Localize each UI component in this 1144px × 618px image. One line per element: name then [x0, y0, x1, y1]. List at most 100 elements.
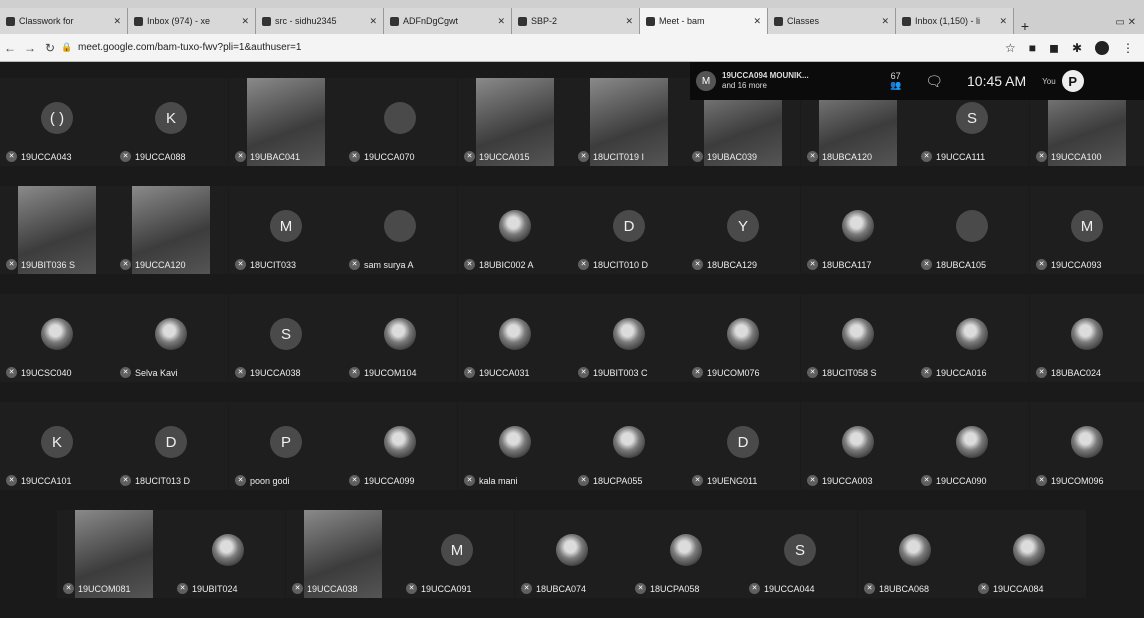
chat-icon[interactable]: 🗨 — [925, 73, 943, 90]
extension-icon[interactable]: ■ — [1029, 41, 1036, 55]
participant-tile[interactable]: ✕ 18UBCA105 — [915, 186, 1029, 274]
participant-name: 18UCIT033 — [250, 259, 297, 270]
participant-tile[interactable]: D ✕ 18UCIT013 D — [114, 402, 228, 490]
browser-tab[interactable]: ADFnDgCgwt ✕ — [384, 8, 512, 34]
close-icon[interactable]: ✕ — [619, 16, 633, 27]
participant-tile[interactable]: M ✕ 19UCCA091 — [400, 510, 514, 598]
participant-tile[interactable]: ✕ 19UCOM076 — [686, 294, 800, 382]
participant-tile[interactable]: D ✕ 18UCIT010 D — [572, 186, 686, 274]
close-icon[interactable]: ✕ — [235, 16, 249, 27]
participant-name: 19UCSC040 — [21, 367, 72, 378]
participant-tile[interactable]: ✕ 18UCIT019 I — [572, 78, 686, 166]
participant-avatar — [899, 534, 931, 567]
browser-tab[interactable]: Classes ✕ — [768, 8, 896, 34]
new-tab-button[interactable]: + — [1014, 18, 1036, 34]
forward-icon[interactable]: → — [20, 41, 40, 55]
people-button[interactable]: 67 👥 — [890, 72, 901, 90]
self-avatar[interactable]: P — [1061, 70, 1084, 92]
participant-tile[interactable]: P ✕ poon godi — [229, 402, 343, 490]
participant-tile[interactable]: ✕ kala mani — [458, 402, 572, 490]
participant-tile[interactable]: ✕ 19UCCA099 — [343, 402, 457, 490]
close-icon[interactable]: ✕ — [993, 16, 1007, 27]
participant-name: sam surya A — [364, 259, 414, 270]
participant-tile[interactable]: ✕ 19UCCA084 — [972, 510, 1086, 598]
participant-label: ✕ poon godi — [235, 475, 339, 486]
participant-tile[interactable]: M ✕ 18UCIT033 — [229, 186, 343, 274]
participant-tile[interactable]: ✕ 18UBCA074 — [515, 510, 629, 598]
participant-tile[interactable]: ✕ 19UCCA031 — [458, 294, 572, 382]
participant-tile[interactable]: ✕ 19UCCA015 — [458, 78, 572, 166]
participant-tile[interactable]: ✕ 19UBIT003 C — [572, 294, 686, 382]
participant-label: ✕ 18UBAC024 — [1036, 367, 1140, 378]
lock-icon[interactable]: 🔒 — [60, 42, 74, 53]
reload-icon[interactable]: ↻ — [40, 41, 60, 55]
mic-off-icon: ✕ — [406, 583, 417, 594]
window-controls[interactable]: ▭ ✕ — [1107, 17, 1144, 34]
back-icon[interactable]: ← — [0, 41, 20, 55]
participant-name: 19UCCA043 — [21, 151, 72, 162]
participant-tile[interactable]: ( ) ✕ 19UCCA043 — [0, 78, 114, 166]
close-icon[interactable]: ✕ — [491, 16, 505, 27]
participant-tile[interactable]: ✕ 18UBCA117 — [801, 186, 915, 274]
participant-tile[interactable]: ✕ 18UCPA055 — [572, 402, 686, 490]
participant-tile[interactable]: K ✕ 19UCCA101 — [0, 402, 114, 490]
participant-avatar — [613, 318, 645, 351]
mic-off-icon: ✕ — [1036, 151, 1047, 162]
participant-tile[interactable]: ✕ 19UCCA016 — [915, 294, 1029, 382]
participant-tile[interactable]: S ✕ 19UCCA044 — [743, 510, 857, 598]
participant-tile[interactable]: ✕ 19UCOM104 — [343, 294, 457, 382]
participant-tile[interactable]: ✕ 19UCCA090 — [915, 402, 1029, 490]
participant-tile[interactable]: ✕ 19UCCA070 — [343, 78, 457, 166]
browser-tab-active[interactable]: Meet - bam ✕ — [640, 8, 768, 34]
participant-label: ✕ 19UCCA111 — [921, 151, 1025, 162]
participant-tile[interactable]: ✕ 19UCOM081 — [57, 510, 171, 598]
pinned-participant-info[interactable]: 19UCCA094 MOUNIK... and 16 more — [722, 71, 872, 91]
gmail-icon — [902, 16, 911, 26]
participant-tile[interactable]: ✕ 18UBIC002 A — [458, 186, 572, 274]
participant-tile[interactable]: ✕ 19UBAC041 — [229, 78, 343, 166]
participant-label: ✕ 18UCIT013 D — [120, 475, 224, 486]
profile-avatar[interactable] — [1095, 40, 1109, 55]
menu-icon[interactable]: ⋮ — [1122, 41, 1134, 55]
participant-tile[interactable]: S ✕ 19UCCA038 — [229, 294, 343, 382]
participant-tile[interactable]: K ✕ 19UCCA088 — [114, 78, 228, 166]
close-icon[interactable]: ✕ — [875, 16, 889, 27]
close-icon[interactable]: ✕ — [747, 16, 761, 27]
participant-tile[interactable]: ✕ 18UBCA068 — [858, 510, 972, 598]
participant-tile[interactable]: ✕ 19UCCA038 — [286, 510, 400, 598]
extension-icon[interactable]: ◼ — [1049, 41, 1059, 55]
participant-tile[interactable]: ✕ 18UBAC024 — [1030, 294, 1144, 382]
tab-label: Inbox (974) - xe — [147, 16, 211, 26]
participant-tile[interactable]: ✕ 19UCCA120 — [114, 186, 228, 274]
participant-tile[interactable]: ✕ 19UCCA003 — [801, 402, 915, 490]
participant-tile[interactable]: ✕ 18UCPA058 — [629, 510, 743, 598]
browser-tab[interactable]: src - sidhu2345 ✕ — [256, 8, 384, 34]
browser-tab[interactable]: Classwork for ✕ — [0, 8, 128, 34]
puzzle-icon[interactable]: ✱ — [1072, 41, 1082, 55]
participant-label: ✕ 19UBIT036 S — [6, 259, 110, 270]
browser-tab[interactable]: SBP-2 ✕ — [512, 8, 640, 34]
participant-tile[interactable]: Y ✕ 18UBCA129 — [686, 186, 800, 274]
participant-tile[interactable]: D ✕ 19UENG011 — [686, 402, 800, 490]
browser-tab[interactable]: Inbox (1,150) - li ✕ — [896, 8, 1014, 34]
participant-tile[interactable]: ✕ 19UBIT024 — [171, 510, 285, 598]
participant-tile[interactable]: ✕ Selva Kavi — [114, 294, 228, 382]
close-icon[interactable]: ✕ — [107, 16, 121, 27]
participant-avatar — [384, 102, 416, 135]
participant-name: 19UBIT024 — [192, 583, 238, 594]
participant-name: 18UCPA058 — [650, 583, 700, 594]
mic-off-icon: ✕ — [921, 475, 932, 486]
participant-tile[interactable]: ✕ sam surya A — [343, 186, 457, 274]
tab-label: Meet - bam — [659, 16, 705, 26]
star-icon[interactable]: ☆ — [1005, 41, 1016, 55]
browser-tab[interactable]: Inbox (974) - xe ✕ — [128, 8, 256, 34]
url-text[interactable]: meet.google.com/bam-tuxo-fwv?pli=1&authu… — [78, 42, 301, 53]
participant-tile[interactable]: M ✕ 19UCCA093 — [1030, 186, 1144, 274]
pinned-name: 19UCCA094 MOUNIK... — [722, 71, 809, 80]
close-icon[interactable]: ✕ — [363, 16, 377, 27]
participant-tile[interactable]: ✕ 19UBIT036 S — [0, 186, 114, 274]
participant-tile[interactable]: ✕ 19UCOM096 — [1030, 402, 1144, 490]
participant-avatar — [956, 210, 988, 243]
participant-tile[interactable]: ✕ 18UCIT058 S — [801, 294, 915, 382]
participant-tile[interactable]: ✕ 19UCSC040 — [0, 294, 114, 382]
